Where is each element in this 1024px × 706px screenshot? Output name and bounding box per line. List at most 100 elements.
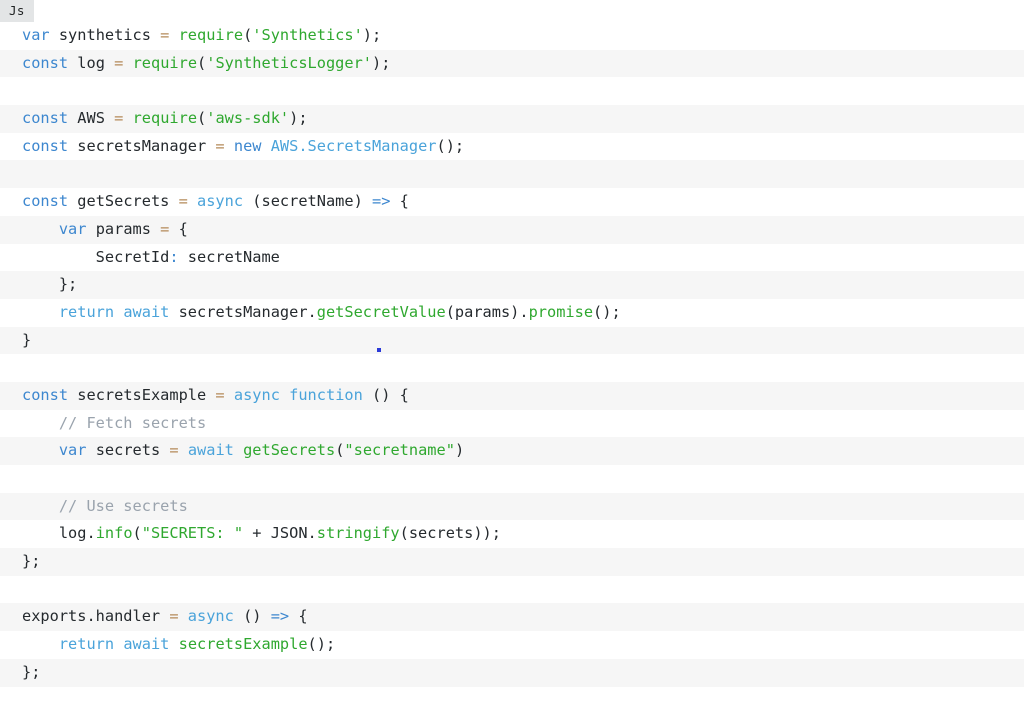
code-token <box>234 441 243 459</box>
code-token <box>179 607 188 625</box>
code-line[interactable]: const getSecrets = async (secretName) =>… <box>0 188 1024 216</box>
code-line[interactable] <box>0 465 1024 493</box>
code-line[interactable]: }; <box>0 271 1024 299</box>
code-token <box>280 386 289 404</box>
code-token: (); <box>437 137 465 155</box>
code-token: ); <box>372 54 390 72</box>
code-token <box>22 220 59 238</box>
code-line[interactable]: // Fetch secrets <box>0 410 1024 438</box>
code-token: ); <box>363 26 381 44</box>
code-token: ( <box>197 54 206 72</box>
code-token <box>169 26 178 44</box>
code-token: async <box>188 607 234 625</box>
code-line[interactable]: var synthetics = require('Synthetics'); <box>0 22 1024 50</box>
code-line[interactable]: const secretsManager = new AWS.SecretsMa… <box>0 133 1024 161</box>
code-line[interactable]: SecretId: secretName <box>0 244 1024 272</box>
code-token: secretsManager <box>68 137 215 155</box>
code-token: var <box>59 220 87 238</box>
code-token: stringify <box>317 524 400 542</box>
code-line[interactable] <box>0 354 1024 382</box>
code-token <box>114 635 123 653</box>
code-line[interactable]: log.info("SECRETS: " + JSON.stringify(se… <box>0 520 1024 548</box>
code-line[interactable]: return await secretsExample(); <box>0 631 1024 659</box>
code-line[interactable] <box>0 77 1024 105</box>
code-line[interactable]: const log = require('SyntheticsLogger'); <box>0 50 1024 78</box>
code-token: { <box>390 192 408 210</box>
code-token: secrets <box>86 441 169 459</box>
code-token: var <box>59 441 87 459</box>
code-token: promise <box>529 303 593 321</box>
code-token: secretsManager. <box>169 303 316 321</box>
code-token: ( <box>197 109 206 127</box>
code-token: await <box>123 303 169 321</box>
code-token: () { <box>363 386 409 404</box>
code-token: ); <box>289 109 307 127</box>
code-line[interactable]: const AWS = require('aws-sdk'); <box>0 105 1024 133</box>
code-token: const <box>22 386 68 404</box>
code-token: : <box>169 248 178 266</box>
code-token <box>225 137 234 155</box>
code-token: require <box>133 109 197 127</box>
code-token: }; <box>22 275 77 293</box>
code-token <box>22 635 59 653</box>
code-token: secretsExample <box>68 386 215 404</box>
code-token: 'SyntheticsLogger' <box>206 54 372 72</box>
code-token: AWS.SecretsManager <box>271 137 437 155</box>
code-token <box>169 635 178 653</box>
code-token: AWS <box>68 109 114 127</box>
code-token: new <box>234 137 262 155</box>
code-token: => <box>372 192 390 210</box>
code-token: = <box>169 607 178 625</box>
code-line[interactable]: const secretsExample = async function ()… <box>0 382 1024 410</box>
code-token: getSecrets <box>243 441 335 459</box>
code-token: = <box>215 386 224 404</box>
code-token: synthetics <box>50 26 161 44</box>
code-lines: var synthetics = require('Synthetics');c… <box>0 22 1024 706</box>
code-line[interactable]: var secrets = await getSecrets("secretna… <box>0 437 1024 465</box>
code-token: require <box>133 54 197 72</box>
code-line[interactable] <box>0 160 1024 188</box>
js-file-tab[interactable]: Js <box>0 0 34 22</box>
code-token: await <box>123 635 169 653</box>
code-line[interactable] <box>0 576 1024 604</box>
code-token: secretsExample <box>179 635 308 653</box>
code-token: = <box>169 441 178 459</box>
code-line[interactable]: return await secretsManager.getSecretVal… <box>0 299 1024 327</box>
code-token: ( <box>133 524 142 542</box>
code-token: log. <box>22 524 96 542</box>
code-line[interactable]: exports.handler = async () => { <box>0 603 1024 631</box>
code-token <box>188 192 197 210</box>
code-line[interactable] <box>0 687 1024 706</box>
code-token: info <box>96 524 133 542</box>
code-token: // Use secrets <box>59 497 188 515</box>
code-token: const <box>22 54 68 72</box>
code-token: ) <box>455 441 464 459</box>
code-token: (secrets)); <box>400 524 501 542</box>
code-token: + JSON. <box>243 524 317 542</box>
code-token <box>22 441 59 459</box>
code-token: "SECRETS: " <box>142 524 243 542</box>
code-token: = <box>114 109 123 127</box>
code-line[interactable]: }; <box>0 548 1024 576</box>
code-token <box>225 386 234 404</box>
code-token: await <box>188 441 234 459</box>
code-token: return <box>59 303 114 321</box>
code-line[interactable]: var params = { <box>0 216 1024 244</box>
code-line[interactable]: } <box>0 327 1024 355</box>
code-token <box>22 497 59 515</box>
code-token: const <box>22 137 68 155</box>
code-token <box>123 109 132 127</box>
editor-tab-strip: Js <box>0 0 1024 22</box>
code-token: }; <box>22 552 40 570</box>
code-token: { <box>169 220 187 238</box>
code-line[interactable]: }; <box>0 659 1024 687</box>
code-token: "secretname" <box>344 441 455 459</box>
code-token <box>262 137 271 155</box>
code-token: const <box>22 109 68 127</box>
code-editor-pane[interactable]: var synthetics = require('Synthetics');c… <box>0 22 1024 706</box>
code-token <box>22 303 59 321</box>
code-token: (); <box>593 303 621 321</box>
code-line[interactable]: // Use secrets <box>0 493 1024 521</box>
code-token: = <box>114 54 123 72</box>
code-token: getSecretValue <box>317 303 446 321</box>
